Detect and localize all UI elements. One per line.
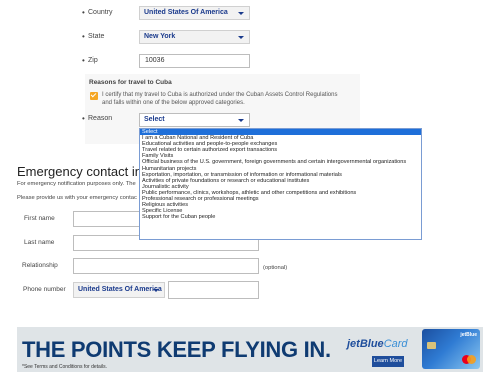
ad-footnote: *See Terms and Conditions for details. — [22, 364, 107, 370]
required-dot: • — [82, 114, 85, 123]
zip-label: Zip — [88, 57, 98, 64]
reason-dropdown-list[interactable]: Select I am a Cuban National and Resident… — [139, 128, 422, 240]
state-select[interactable]: New York — [139, 30, 250, 44]
country-select-value: United States Of America — [144, 9, 228, 16]
relationship-label: Relationship — [22, 262, 58, 269]
reason-select[interactable]: Select — [139, 113, 250, 127]
zip-input[interactable]: 10036 — [139, 54, 250, 68]
reason-label: Reason — [88, 115, 113, 122]
phone-label: Phone number — [23, 286, 66, 293]
chevron-down-icon — [238, 119, 244, 122]
chevron-down-icon — [153, 289, 159, 292]
reason-option[interactable]: Official business of the U.S. government… — [140, 159, 421, 165]
jetblue-card-logo: jetBlueCard — [347, 338, 408, 350]
phone-number-input[interactable] — [168, 281, 259, 299]
first-name-label: First name — [24, 215, 55, 222]
phone-country-select[interactable]: United States Of America — [73, 282, 165, 298]
relationship-input[interactable] — [73, 258, 259, 274]
country-label: Country — [88, 9, 113, 16]
required-dot: • — [82, 8, 85, 17]
cuba-section-title: Reasons for travel to Cuba — [89, 79, 172, 86]
learn-more-button[interactable]: Learn More — [372, 356, 404, 367]
reason-select-value: Select — [144, 116, 165, 123]
last-name-label: Last name — [24, 239, 55, 246]
mastercard-icon — [462, 355, 476, 364]
state-select-value: New York — [144, 33, 176, 40]
emergency-note-1: For emergency notification purposes only… — [17, 181, 136, 187]
ad-brand-sub: Card — [383, 338, 408, 350]
certify-text-line2: and falls within one of the below approv… — [102, 100, 245, 106]
reason-option[interactable]: Support for the Cuban people — [140, 214, 421, 220]
state-label: State — [88, 33, 105, 40]
ad-headline: THE POINTS KEEP FLYING IN. — [22, 337, 331, 362]
certify-checkbox[interactable] — [90, 92, 98, 100]
relationship-optional-hint: (optional) — [263, 265, 288, 271]
chevron-down-icon — [238, 12, 244, 15]
card-chip-icon — [427, 342, 436, 349]
phone-country-value: United States Of America — [78, 286, 162, 293]
certify-text-line1: I certify that my travel to Cuba is auth… — [102, 92, 338, 98]
chevron-down-icon — [238, 36, 244, 39]
credit-card-image: jetBlue — [422, 329, 480, 369]
country-select[interactable]: United States Of America — [139, 6, 250, 20]
jetblue-card-ad[interactable]: THE POINTS KEEP FLYING IN. *See Terms an… — [17, 327, 483, 372]
card-brand-text: jetBlue — [460, 332, 477, 338]
required-dot: • — [82, 56, 85, 65]
ad-brand-main: jetBlue — [347, 338, 384, 350]
required-dot: • — [82, 32, 85, 41]
emergency-note-2: Please provide us with your emergency co… — [17, 195, 137, 201]
